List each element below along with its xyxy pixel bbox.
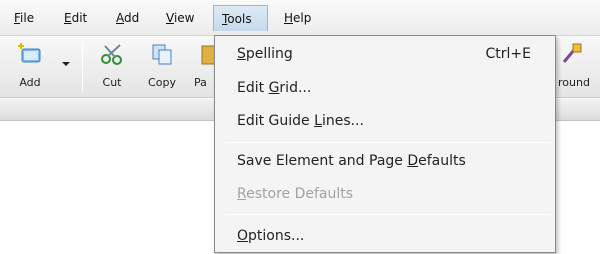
menu-item-edit-grid-pre: Edit: [237, 80, 269, 96]
menu-add-rest: dd: [124, 11, 140, 25]
menu-item-edit-guide-lines-mnemonic: L: [314, 113, 322, 129]
paste-button[interactable]: Pa: [190, 38, 214, 96]
menu-view-rest: iew: [173, 11, 195, 25]
paste-icon: [200, 42, 214, 66]
menu-separator: [225, 214, 551, 215]
menu-edit-rest: dit: [71, 11, 88, 25]
menu-help-mnemonic: H: [284, 11, 294, 25]
menu-item-edit-grid[interactable]: Edit Grid...: [217, 73, 553, 103]
menu-add[interactable]: Add: [108, 5, 147, 31]
tools-dropdown-menu: Spelling Ctrl+E Edit Grid... Edit Guide …: [214, 35, 556, 253]
copy-button[interactable]: Copy: [140, 38, 184, 96]
menu-item-save-defaults-pre: Save Element and Page: [237, 153, 408, 169]
menu-item-restore-defaults-mnemonic: R: [237, 186, 247, 202]
menu-add-mnemonic: A: [116, 11, 124, 25]
menu-item-options[interactable]: Options...: [217, 221, 553, 251]
paint-brush-icon: [560, 42, 584, 66]
toolbar-separator: [82, 42, 83, 92]
menu-separator: [225, 142, 551, 143]
copy-icon: [150, 42, 174, 66]
menu-tools[interactable]: Tools: [213, 5, 268, 31]
scissors-icon: [100, 42, 124, 66]
menu-item-edit-guide-lines-pre: Edit Guide: [237, 113, 315, 129]
copy-label: Copy: [148, 76, 176, 89]
menu-edit-mnemonic: E: [64, 11, 72, 25]
menu-item-save-element-page-defaults[interactable]: Save Element and Page Defaults: [217, 146, 553, 176]
menu-item-spelling[interactable]: Spelling Ctrl+E: [217, 39, 553, 69]
menu-edit[interactable]: Edit: [56, 5, 95, 31]
menu-item-restore-defaults: Restore Defaults: [217, 179, 553, 209]
menu-help[interactable]: Help: [276, 5, 319, 31]
menu-item-restore-defaults-post: estore Defaults: [246, 186, 354, 202]
menu-item-edit-grid-post: rid...: [279, 80, 312, 96]
shortcut-ctrl-e: Ctrl+E: [485, 46, 532, 62]
menu-view-mnemonic: V: [166, 11, 174, 25]
menu-item-options-post: ptions...: [248, 228, 305, 244]
menu-item-spelling-mnemonic: S: [237, 46, 246, 62]
menu-bar: File Edit Add View Tools Help: [0, 0, 600, 36]
menu-file[interactable]: File: [6, 5, 42, 31]
background-button[interactable]: round: [556, 38, 600, 96]
paste-label: Pa: [194, 76, 207, 89]
menu-help-rest: elp: [293, 11, 312, 25]
menu-item-save-defaults-post: efaults: [418, 153, 466, 169]
menu-item-save-defaults-mnemonic: D: [407, 153, 419, 169]
menu-item-spelling-post: pelling: [245, 46, 293, 62]
menu-tools-rest: ools: [227, 12, 252, 26]
add-label: Add: [19, 76, 41, 89]
menu-view[interactable]: View: [158, 5, 202, 31]
menu-item-edit-grid-mnemonic: G: [268, 80, 280, 96]
menu-item-edit-guide-lines[interactable]: Edit Guide Lines...: [217, 106, 553, 136]
menu-file-rest: ile: [20, 11, 35, 25]
cut-label: Cut: [102, 76, 122, 89]
add-dropdown-arrow-icon[interactable]: [62, 62, 70, 66]
add-button[interactable]: Add: [4, 38, 56, 96]
menu-item-edit-guide-lines-post: ines...: [321, 113, 364, 129]
cut-button[interactable]: Cut: [92, 38, 132, 96]
add-icon: [18, 42, 42, 66]
menu-item-options-mnemonic: O: [237, 228, 249, 244]
background-label: round: [558, 76, 590, 89]
